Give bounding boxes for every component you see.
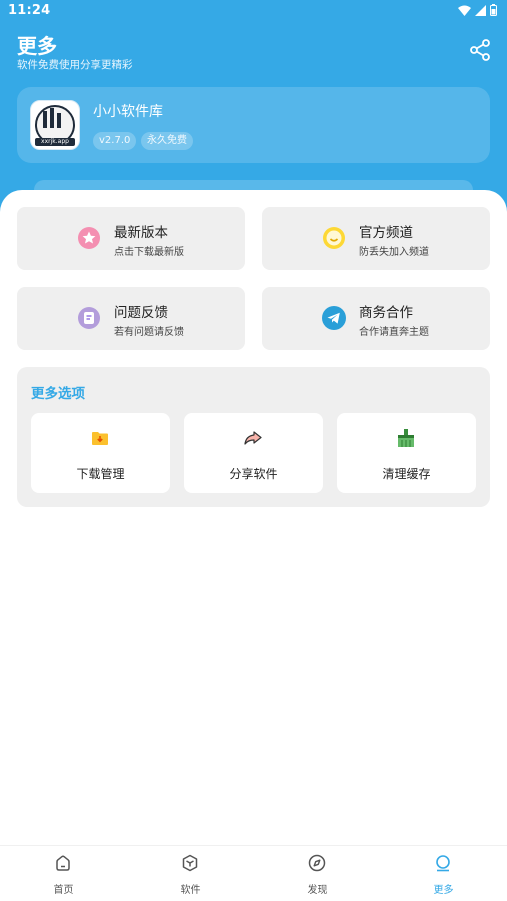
box-icon [182, 854, 198, 872]
app-logo-mark-icon [43, 108, 61, 128]
download-folder-icon [92, 432, 108, 445]
option-label: 分享软件 [229, 467, 278, 481]
broom-icon [398, 429, 414, 447]
free-badge: 永久免费 [141, 132, 193, 150]
option-label: 下载管理 [76, 467, 125, 481]
tile-subtitle: 防丢失加入频道 [359, 247, 429, 258]
nav-label: 更多 [433, 885, 454, 896]
nav-label: 发现 [307, 885, 328, 896]
tile-title: 问题反馈 [114, 305, 168, 321]
tile-latest-version[interactable]: 最新版本 点击下载最新版 [17, 207, 245, 270]
status-icons [458, 4, 497, 16]
tile-subtitle: 点击下载最新版 [114, 247, 184, 258]
nav-discover[interactable]: 发现 [254, 846, 381, 901]
more-icon [436, 855, 450, 872]
wifi-icon [458, 5, 471, 16]
page-subtitle: 软件免费使用分享更精彩 [17, 59, 133, 71]
tile-title: 官方频道 [359, 225, 413, 241]
share-icon [470, 39, 490, 61]
compass-icon [308, 854, 326, 872]
share-button[interactable] [468, 38, 492, 62]
nav-label: 首页 [53, 885, 74, 896]
nav-home[interactable]: 首页 [0, 846, 127, 901]
nav-more[interactable]: 更多 [380, 846, 507, 901]
tile-title: 最新版本 [114, 225, 168, 241]
telegram-icon [322, 306, 346, 330]
home-icon [56, 855, 70, 871]
tile-feedback[interactable]: 问题反馈 若有问题请反馈 [17, 287, 245, 350]
share-arrow-icon [244, 431, 262, 445]
version-badge: v2.7.0 [93, 132, 137, 150]
option-download-manager[interactable]: 下载管理 [31, 413, 170, 493]
feedback-icon [78, 307, 100, 329]
option-share-software[interactable]: 分享软件 [184, 413, 323, 493]
app-logo-text: xxrjk.app [35, 138, 75, 146]
more-options-title: 更多选项 [31, 386, 85, 402]
tile-title: 商务合作 [359, 305, 413, 321]
page-title: 更多 [17, 34, 57, 58]
battery-icon [490, 4, 497, 16]
app-logo: xxrjk.app [30, 100, 80, 150]
status-bar: 11:24 [0, 0, 507, 22]
option-clear-cache[interactable]: 清理缓存 [337, 413, 476, 493]
more-options-panel: 更多选项 下载管理 分享软件 清理缓存 [17, 367, 490, 507]
app-info-card[interactable]: xxrjk.app 小小软件库 v2.7.0 永久免费 [17, 87, 490, 163]
tile-official-channel[interactable]: 官方频道 防丢失加入频道 [262, 207, 490, 270]
app-name: 小小软件库 [93, 104, 163, 120]
option-label: 清理缓存 [382, 467, 431, 481]
signal-icon [475, 4, 486, 16]
tile-subtitle: 若有问题请反馈 [114, 327, 184, 338]
status-time: 11:24 [8, 3, 51, 18]
nav-software[interactable]: 软件 [127, 846, 254, 901]
star-badge-icon [78, 227, 100, 249]
bottom-navigation: 首页 软件 发现 更多 [0, 845, 507, 901]
nav-label: 软件 [180, 885, 201, 896]
tile-subtitle: 合作请直奔主题 [359, 327, 429, 338]
tile-business[interactable]: 商务合作 合作请直奔主题 [262, 287, 490, 350]
smile-icon [323, 227, 345, 249]
